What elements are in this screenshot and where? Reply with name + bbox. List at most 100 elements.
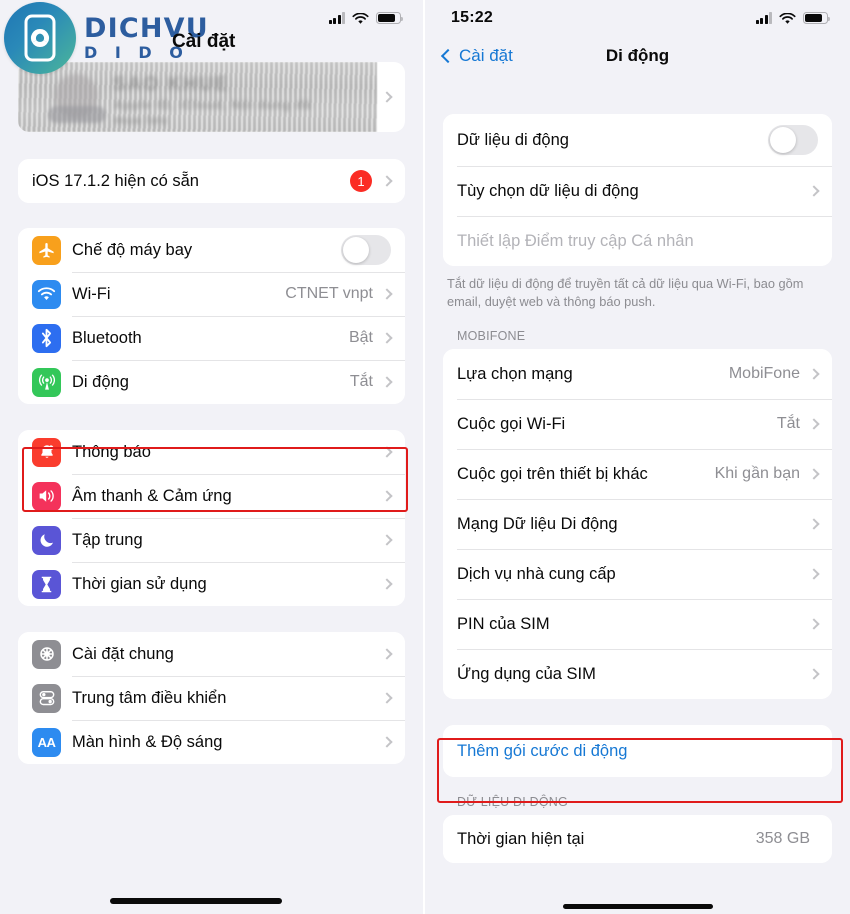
status-badge: 1 xyxy=(350,170,372,192)
apple-id-row[interactable]: SAO KHUE Apple ID, iCloud, Nội dung đã m… xyxy=(18,62,405,132)
status-time: 15:22 xyxy=(451,9,493,26)
chevron-right-icon xyxy=(381,91,393,103)
redacted-apple-id-block: SAO KHUE Apple ID, iCloud, Nội dung đã m… xyxy=(18,62,377,132)
row-notifications[interactable]: Thông báo xyxy=(18,430,405,474)
row-sim-applications[interactable]: Ứng dụng của SIM xyxy=(443,649,832,700)
row-label: iOS 17.1.2 hiện có sẵn xyxy=(32,171,199,190)
row-wifi[interactable]: Wi-Fi CTNET vnpt xyxy=(18,272,405,316)
row-label: Bluetooth xyxy=(72,328,142,347)
row-display-brightness[interactable]: AA Màn hình & Độ sáng xyxy=(18,720,405,764)
row-current-period[interactable]: Thời gian hiện tại 358 GB xyxy=(443,815,832,864)
row-network-selection[interactable]: Lựa chọn mạng MobiFone xyxy=(443,349,832,400)
row-cellular-data[interactable]: Dữ liệu di động xyxy=(443,114,832,166)
row-value: CTNET vnpt xyxy=(285,285,373,302)
bluetooth-icon xyxy=(32,323,61,353)
page-title: Cài đặt xyxy=(172,31,236,52)
row-calls-other-devices[interactable]: Cuộc gọi trên thiết bị khác Khi gần bạn xyxy=(443,449,832,500)
back-button[interactable]: Cài đặt xyxy=(440,46,513,66)
row-airplane-mode[interactable]: Chế độ máy bay xyxy=(18,228,405,272)
left-status-icons xyxy=(328,12,404,24)
chevron-right-icon xyxy=(381,578,393,590)
row-label: Thêm gói cước di động xyxy=(457,741,628,760)
wifi-icon xyxy=(779,12,796,24)
cellular-data-toggle[interactable] xyxy=(768,125,818,155)
row-label: Wi-Fi xyxy=(72,284,111,303)
row-label: Ứng dụng của SIM xyxy=(457,664,596,683)
apple-id-name-ghost: SAO KHUE xyxy=(113,74,230,95)
right-phone-cellular-screen: 15:22 Cài đặt Di động Dữ liệu di động Tù… xyxy=(425,0,850,914)
gear-icon xyxy=(32,639,61,669)
control-center-icon xyxy=(32,683,61,713)
carrier-section-header: MOBIFONE xyxy=(457,329,526,344)
usage-group: Thời gian hiện tại 358 GB xyxy=(443,815,832,864)
navigation-bar: Cài đặt Di động xyxy=(425,36,850,76)
row-label: Cài đặt chung xyxy=(72,644,174,663)
chevron-right-icon xyxy=(381,332,393,344)
chevron-right-icon xyxy=(808,418,820,430)
row-focus[interactable]: Tập trung xyxy=(18,518,405,562)
row-label: Cuộc gọi Wi-Fi xyxy=(457,414,566,433)
right-status-bar: 15:22 xyxy=(425,0,850,36)
row-label: Âm thanh & Cảm ứng xyxy=(72,486,232,505)
speaker-icon xyxy=(32,481,61,511)
cellular-data-footer: Tắt dữ liệu di động để truyền tất cả dữ … xyxy=(447,276,804,310)
row-wifi-calling[interactable]: Cuộc gọi Wi-Fi Tắt xyxy=(443,399,832,450)
chevron-right-icon xyxy=(381,534,393,546)
row-value: Tắt xyxy=(776,415,800,433)
chevron-right-icon xyxy=(808,568,820,580)
row-label: Dữ liệu di động xyxy=(457,130,569,149)
chevron-right-icon xyxy=(808,518,820,530)
row-cellular-data-options[interactable]: Tùy chọn dữ liệu di động xyxy=(443,166,832,216)
chevron-right-icon xyxy=(381,490,393,502)
row-control-center[interactable]: Trung tâm điều khiển xyxy=(18,676,405,720)
bell-icon xyxy=(32,437,61,467)
row-label: Thời gian sử dụng xyxy=(72,574,207,593)
wifi-icon xyxy=(352,12,369,24)
row-ios-update[interactable]: iOS 17.1.2 hiện có sẵn 1 xyxy=(18,159,405,203)
chevron-left-icon xyxy=(440,48,456,64)
airplane-mode-toggle[interactable] xyxy=(341,235,391,265)
row-label: Thời gian hiện tại xyxy=(457,829,585,848)
signal-bars-icon xyxy=(755,12,772,24)
chevron-right-icon xyxy=(808,618,820,630)
row-screen-time[interactable]: Thời gian sử dụng xyxy=(18,562,405,606)
chevron-right-icon xyxy=(381,376,393,388)
row-sim-pin[interactable]: PIN của SIM xyxy=(443,599,832,650)
row-label: Tùy chọn dữ liệu di động xyxy=(457,181,639,200)
chevron-right-icon xyxy=(381,288,393,300)
add-plan-group: Thêm gói cước di động xyxy=(443,725,832,778)
dual-phone-screenshot: DICHVU D I D O Cài đặt SAO KHUE Apple ID… xyxy=(0,0,850,914)
row-label: Mạng Dữ liệu Di động xyxy=(457,514,618,533)
row-label: Lựa chọn mạng xyxy=(457,364,573,383)
row-value: 358 GB xyxy=(755,830,810,848)
back-button-label: Cài đặt xyxy=(459,46,513,65)
airplane-icon xyxy=(32,235,61,265)
chevron-right-icon xyxy=(381,175,393,187)
aa-display-icon: AA xyxy=(32,727,61,757)
row-sounds-haptics[interactable]: Âm thanh & Cảm ứng xyxy=(18,474,405,518)
battery-icon xyxy=(376,12,404,24)
row-label: Chế độ máy bay xyxy=(72,240,193,259)
wifi-icon xyxy=(32,279,61,309)
avatar-tag xyxy=(48,106,106,123)
row-value: Khi gần bạn xyxy=(714,465,800,483)
chevron-right-icon xyxy=(381,648,393,660)
row-cellular[interactable]: Di động Tắt xyxy=(18,360,405,404)
redaction-underline xyxy=(110,898,282,904)
row-value: Tắt xyxy=(349,373,373,390)
battery-icon xyxy=(803,12,831,24)
row-cellular-data-network[interactable]: Mạng Dữ liệu Di động xyxy=(443,499,832,550)
row-add-cellular-plan[interactable]: Thêm gói cước di động xyxy=(443,725,832,778)
apple-id-sub2-ghost: mua lưu xyxy=(114,113,169,127)
chevron-right-icon xyxy=(808,368,820,380)
row-general[interactable]: Cài đặt chung xyxy=(18,632,405,676)
apple-id-group: SAO KHUE Apple ID, iCloud, Nội dung đã m… xyxy=(18,62,405,132)
moon-icon xyxy=(32,525,61,555)
row-bluetooth[interactable]: Bluetooth Bật xyxy=(18,316,405,360)
row-personal-hotspot: Thiết lập Điểm truy cập Cá nhân xyxy=(443,216,832,266)
row-label: Cuộc gọi trên thiết bị khác xyxy=(457,464,648,483)
row-carrier-services[interactable]: Dịch vụ nhà cung cấp xyxy=(443,549,832,600)
hourglass-icon xyxy=(32,569,61,599)
home-indicator xyxy=(562,903,713,909)
carrier-group: Lựa chọn mạng MobiFone Cuộc gọi Wi-Fi Tắ… xyxy=(443,349,832,700)
